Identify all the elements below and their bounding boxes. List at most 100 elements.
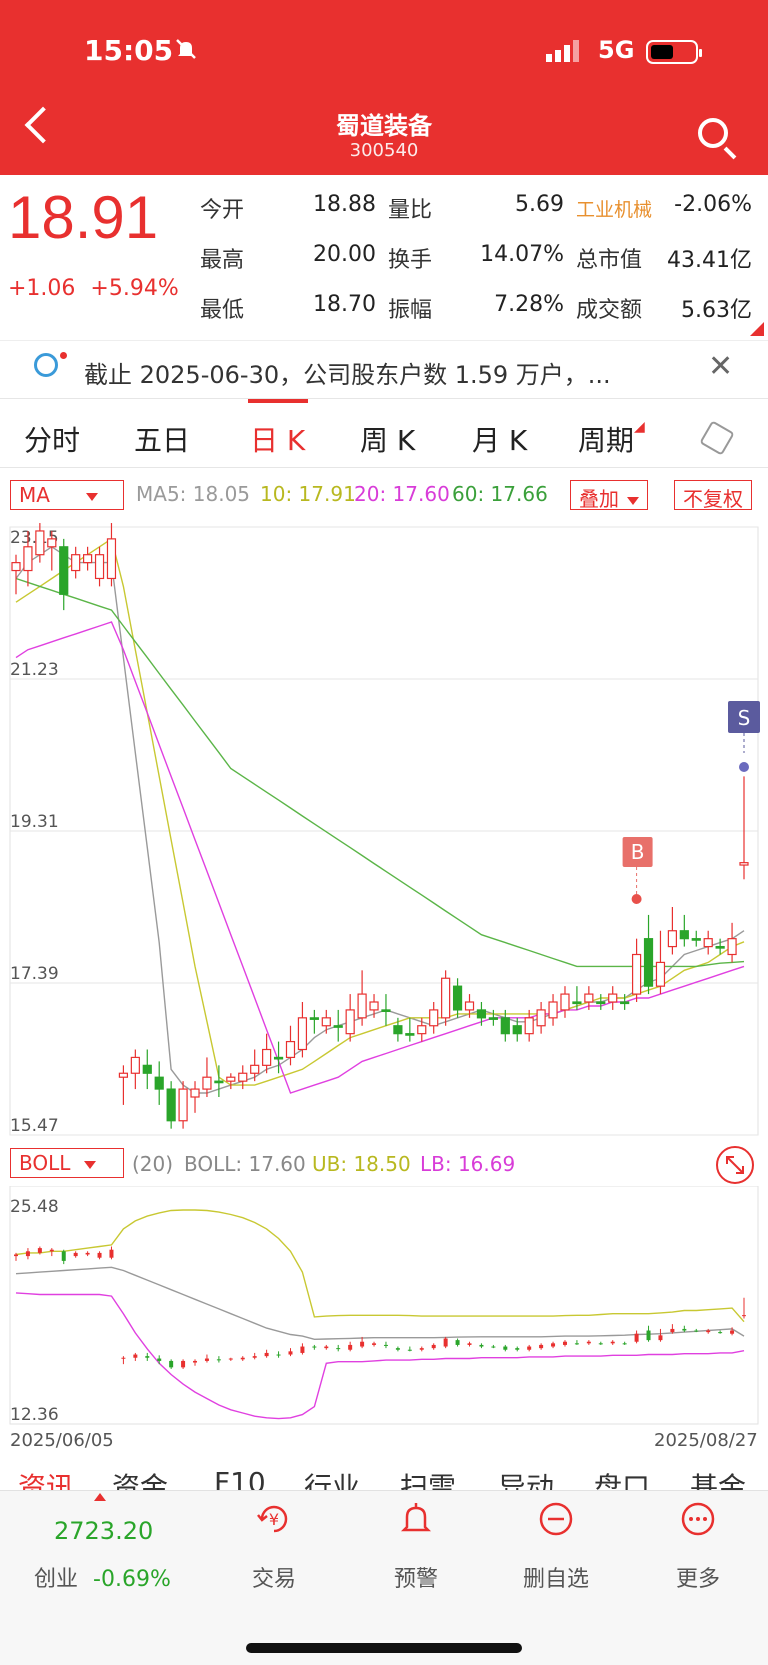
more-dots-icon[interactable] — [680, 1501, 716, 1537]
boll-candle-body — [443, 1338, 448, 1347]
boll-candle-body — [157, 1358, 162, 1361]
boll-candle-body — [288, 1351, 293, 1355]
remove-watchlist-icon[interactable] — [538, 1501, 574, 1537]
boll-candle-body — [240, 1357, 245, 1360]
boll-candle-body — [658, 1335, 663, 1341]
boll-candle-body — [491, 1346, 496, 1348]
ma20-value: 20: 17.60 — [354, 482, 450, 506]
quote-value: 5.63亿 — [681, 298, 752, 323]
boll-candle-body — [37, 1248, 42, 1253]
index-value[interactable]: 2723.20 — [54, 1517, 153, 1545]
ma-selector[interactable]: MA — [10, 480, 124, 510]
candle-body — [584, 993, 594, 1003]
tab-month-k[interactable]: 月 K — [472, 419, 527, 459]
alert-bell-icon[interactable] — [398, 1501, 434, 1537]
toolbar-alert-label[interactable]: 预警 — [356, 1561, 476, 1593]
info-tab-jijin[interactable]: 基金 — [690, 1466, 746, 1490]
info-tab-saolei[interactable]: 扫雷 — [400, 1466, 456, 1490]
expand-corner-icon[interactable] — [750, 322, 764, 336]
info-tab-zixun[interactable]: 资讯 — [18, 1466, 74, 1490]
kline-chart[interactable]: 23.1521.2319.3117.3915.47BS — [0, 515, 768, 1143]
boll-candle-body — [431, 1344, 436, 1349]
notice-text[interactable]: 截止 2025-06-30，公司股东户数 1.59 万户，... — [84, 355, 611, 390]
boll-candle-body — [598, 1343, 603, 1345]
candle-body — [154, 1076, 164, 1090]
toolbar-remove-label[interactable]: 删自选 — [496, 1561, 616, 1593]
boll-chart[interactable]: 25.48 12.36 — [0, 1186, 768, 1426]
boll-y-bottom-label: 12.36 — [10, 1405, 59, 1425]
boll-line-ub — [15, 1209, 745, 1323]
boll-candle-body — [216, 1359, 221, 1361]
expand-chart-icon[interactable] — [716, 1146, 754, 1184]
candle-body — [250, 1064, 260, 1074]
candle-body — [500, 1017, 510, 1035]
mute-bell-icon — [174, 37, 198, 67]
overlay-button[interactable]: 叠加 — [570, 480, 648, 511]
info-tab-yidong[interactable]: 异动 — [498, 1466, 554, 1490]
boll-candle-body — [252, 1356, 257, 1358]
candle-body — [130, 1056, 140, 1074]
candle-body — [166, 1088, 176, 1122]
tab-day-k[interactable]: 日 K — [250, 419, 305, 459]
candle-body — [739, 862, 749, 866]
tab-fenshi[interactable]: 分时 — [24, 419, 80, 459]
tab-week-k[interactable]: 周 K — [360, 419, 415, 459]
boll-candle-body — [706, 1330, 711, 1333]
toolbar-more-label[interactable]: 更多 — [638, 1561, 758, 1593]
boll-candle-body — [61, 1251, 66, 1261]
quote-value: 7.28% — [494, 292, 564, 317]
trade-yen-icon[interactable]: ¥ — [256, 1501, 292, 1537]
toolbar-trade-label[interactable]: 交易 — [214, 1561, 334, 1593]
candle-body — [679, 930, 689, 940]
y-tick-label: 17.39 — [10, 964, 59, 984]
settings-hex-icon[interactable] — [699, 420, 735, 456]
ma-selector-label: MA — [19, 483, 50, 507]
stock-name: 蜀道装备 — [336, 112, 432, 140]
search-icon[interactable] — [698, 118, 728, 148]
candle-body — [464, 1001, 475, 1011]
info-tab-zijin[interactable]: 资金 — [112, 1466, 168, 1490]
boll-candle-body — [670, 1328, 675, 1333]
boll-candle-body — [383, 1344, 388, 1346]
quote-value: 5.69 — [515, 192, 564, 217]
boll-candle-body — [503, 1346, 508, 1350]
candle-body — [620, 1001, 630, 1005]
boll-candle-body — [85, 1252, 90, 1255]
boll-frame — [9, 1186, 759, 1425]
battery-icon — [646, 40, 702, 64]
candle-body — [524, 1017, 534, 1035]
candle-body — [83, 554, 93, 564]
tab-period-label: 周期 — [578, 424, 635, 457]
boll-candle-body — [145, 1356, 150, 1358]
boll-candle-body — [539, 1344, 544, 1349]
candle-body — [71, 554, 81, 572]
candle-body — [297, 1017, 308, 1051]
info-tab-pankou[interactable]: 盘口 — [594, 1466, 650, 1490]
boll-candle-body — [407, 1349, 412, 1351]
tab-period[interactable]: 周期◢ — [578, 419, 645, 459]
boll-candle-body — [109, 1249, 114, 1258]
boll-period: (20) — [132, 1152, 174, 1176]
boll-candle-body — [730, 1330, 735, 1334]
ma60-value: 60: 17.66 — [452, 482, 548, 506]
notice-bar[interactable]: 截止 2025-06-30，公司股东户数 1.59 万户，... ✕ — [0, 340, 768, 396]
info-tab-hangye[interactable]: 行业 — [304, 1466, 360, 1490]
boll-lb-value: LB: 16.69 — [420, 1152, 516, 1176]
candle-body — [226, 1076, 236, 1082]
bottom-toolbar: 2723.20 创业 -0.69% ¥ 交易 预警 删自选 更多 — [0, 1490, 768, 1665]
quote-value: 43.41亿 — [667, 248, 752, 273]
boll-selector[interactable]: BOLL — [10, 1148, 124, 1178]
boll-candle-body — [634, 1333, 639, 1342]
adjust-button[interactable]: 不复权 — [674, 480, 752, 511]
boll-candle-body — [682, 1328, 687, 1331]
boll-candle-body — [718, 1332, 723, 1334]
close-icon[interactable]: ✕ — [708, 349, 733, 384]
index-info[interactable]: 创业 -0.69% — [34, 1561, 171, 1593]
info-tab-f10[interactable]: F10 — [214, 1466, 266, 1490]
candle-body — [703, 938, 713, 948]
tab-wuri[interactable]: 五日 — [134, 419, 190, 459]
y-tick-label: 19.31 — [10, 812, 59, 832]
boll-candle-body — [419, 1348, 424, 1350]
boll-candle-body — [97, 1252, 102, 1258]
notice-dot — [60, 352, 67, 359]
